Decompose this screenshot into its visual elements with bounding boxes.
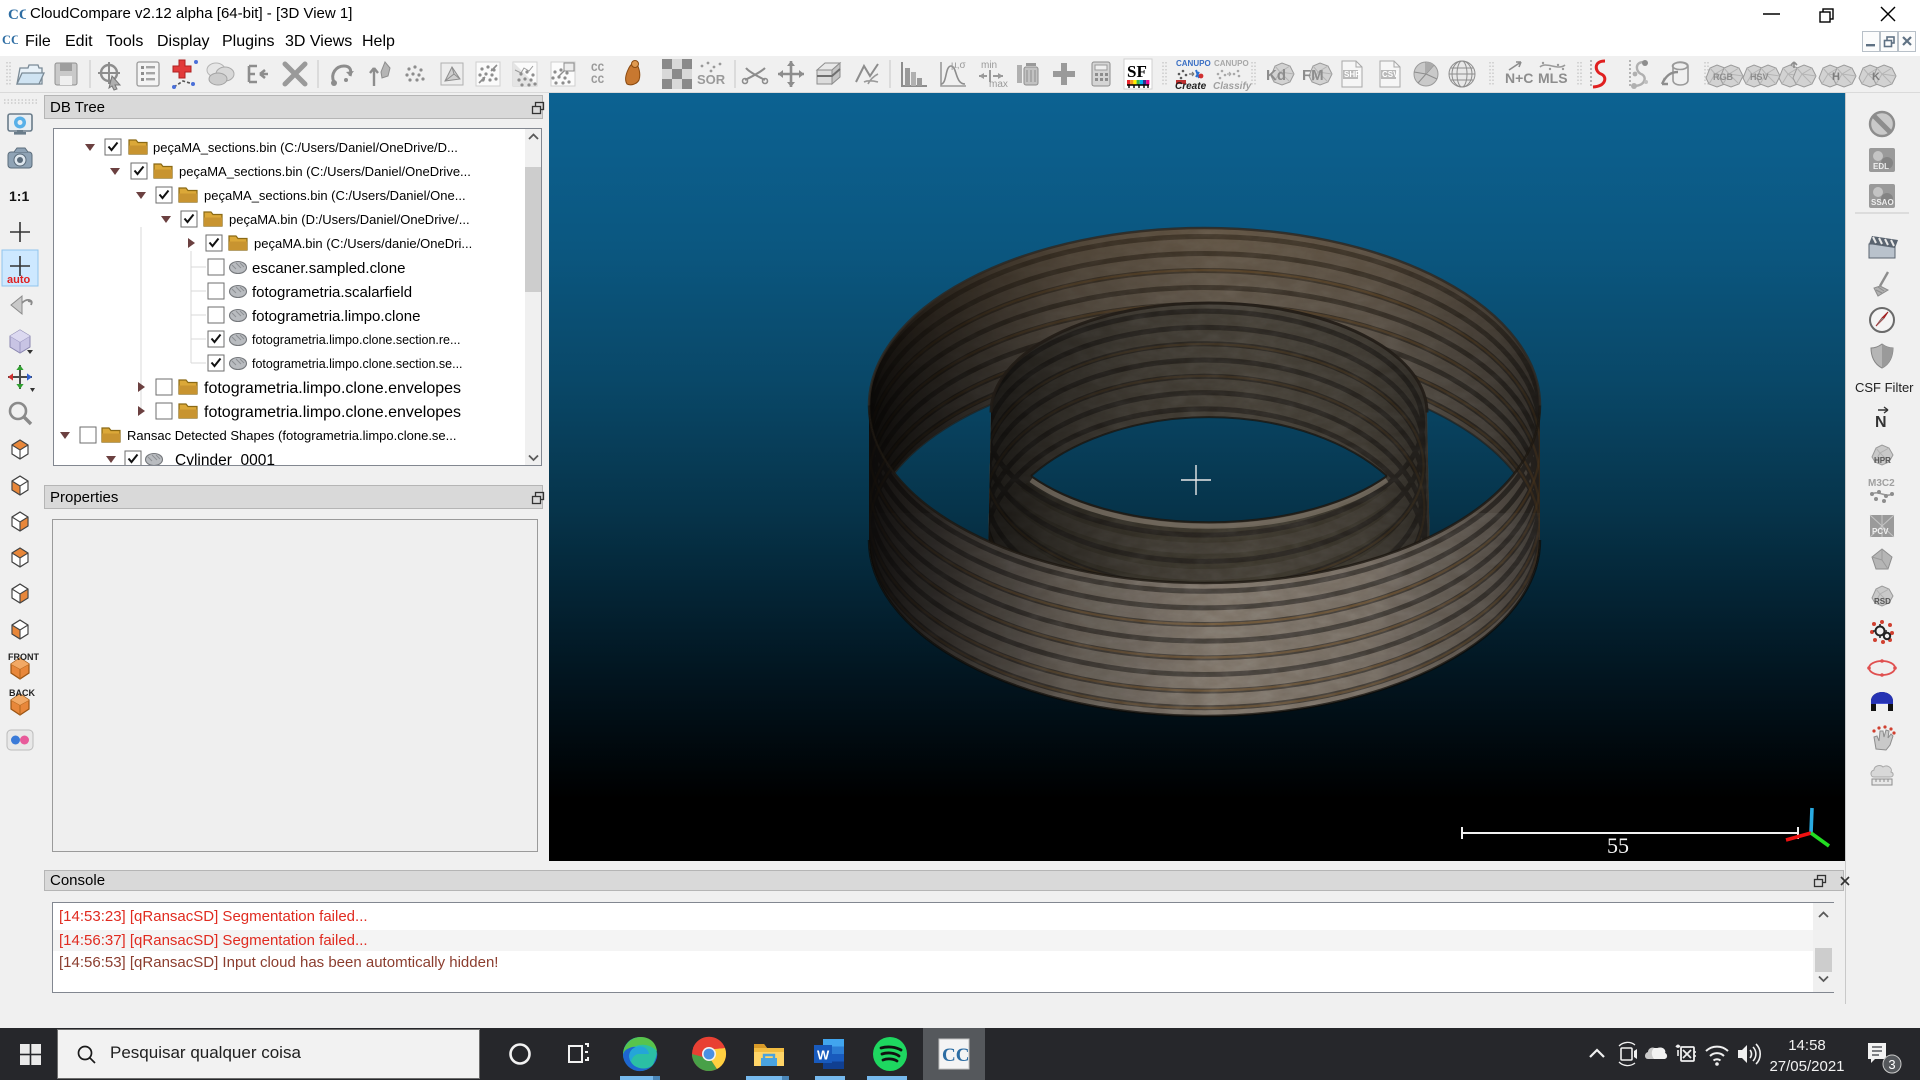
svg-text:min: min <box>981 60 997 71</box>
svg-text:fotogrametria.limpo.clone.enve: fotogrametria.limpo.clone.envelopes <box>204 404 461 421</box>
svg-text:RSD: RSD <box>1874 597 1891 606</box>
svg-text:W: W <box>817 1048 830 1063</box>
svg-text:SSAO: SSAO <box>1871 198 1894 207</box>
svg-text:µ,σ: µ,σ <box>951 60 967 71</box>
svg-text:EDL: EDL <box>1873 162 1889 171</box>
svg-text:auto: auto <box>7 274 31 286</box>
svg-text:peçaMA_sections.bin (C:/Users/: peçaMA_sections.bin (C:/Users/Daniel/One… <box>153 140 458 155</box>
svg-text:K: K <box>1872 71 1880 83</box>
svg-text:FRONT: FRONT <box>8 652 39 662</box>
svg-text:max: max <box>989 79 1008 90</box>
svg-text:peçaMA_sections.bin (C:/Users/: peçaMA_sections.bin (C:/Users/Daniel/One… <box>204 188 466 203</box>
svg-text:1:1: 1:1 <box>9 188 29 204</box>
svg-text:CSF Filter: CSF Filter <box>1855 380 1914 395</box>
svg-text:Cylinder_0001: Cylinder_0001 <box>175 452 275 466</box>
svg-text:CANUPO: CANUPO <box>1214 59 1249 68</box>
svg-text:CC: CC <box>8 7 26 23</box>
svg-text:MLS: MLS <box>1538 70 1568 86</box>
svg-text:55: 55 <box>1607 833 1629 858</box>
svg-text:BACK: BACK <box>9 688 35 698</box>
svg-text:escaner.sampled.clone: escaner.sampled.clone <box>252 260 405 277</box>
svg-text:peçaMA.bin (C:/Users/danie/One: peçaMA.bin (C:/Users/danie/OneDri... <box>254 236 472 251</box>
svg-text:CC: CC <box>2 33 18 47</box>
svg-text:fotogrametria.limpo.clone.enve: fotogrametria.limpo.clone.envelopes <box>204 380 461 397</box>
svg-text:Ransac Detected Shapes (fotogr: Ransac Detected Shapes (fotogrametria.li… <box>127 428 457 443</box>
svg-text:HSV: HSV <box>1750 72 1769 82</box>
svg-text:fotogrametria.limpo.clone.sect: fotogrametria.limpo.clone.section.re... <box>252 333 460 347</box>
svg-text:FM: FM <box>1302 67 1324 84</box>
svg-text:fotogrametria.scalarfield: fotogrametria.scalarfield <box>252 284 412 301</box>
svg-text:peçaMA.bin (D:/Users/Daniel/On: peçaMA.bin (D:/Users/Daniel/OneDrive/... <box>229 212 470 227</box>
svg-text:SHP: SHP <box>1344 70 1361 79</box>
svg-text:14:58: 14:58 <box>1788 1037 1826 1054</box>
svg-text:HPR: HPR <box>1874 456 1891 465</box>
svg-text:peçaMA_sections.bin (C:/Users/: peçaMA_sections.bin (C:/Users/Daniel/One… <box>179 164 471 179</box>
svg-text:CANUPO: CANUPO <box>1176 59 1211 68</box>
svg-text:CC: CC <box>591 63 605 75</box>
svg-text:M3C2: M3C2 <box>1868 478 1895 489</box>
svg-text:RGB: RGB <box>1713 72 1734 82</box>
svg-text:H: H <box>1832 71 1840 83</box>
svg-text:Kd: Kd <box>1266 67 1286 84</box>
svg-text:Classify: Classify <box>1213 81 1252 92</box>
svg-text:N: N <box>1875 414 1887 431</box>
svg-text:CSV: CSV <box>1382 70 1399 79</box>
svg-text:3: 3 <box>1888 1057 1895 1072</box>
svg-text:fotogrametria.limpo.clone.sect: fotogrametria.limpo.clone.section.se... <box>252 357 463 371</box>
svg-text:SF: SF <box>1127 62 1147 81</box>
svg-text:SOR: SOR <box>697 72 726 87</box>
svg-text:N+C: N+C <box>1505 70 1533 86</box>
svg-text:27/05/2021: 27/05/2021 <box>1769 1058 1844 1075</box>
svg-text:CC: CC <box>591 75 605 87</box>
svg-text:Create: Create <box>1175 81 1207 92</box>
svg-text:fotogrametria.limpo.clone: fotogrametria.limpo.clone <box>252 308 420 325</box>
svg-text:CC: CC <box>942 1045 969 1066</box>
svg-text:PCV: PCV <box>1872 527 1889 536</box>
